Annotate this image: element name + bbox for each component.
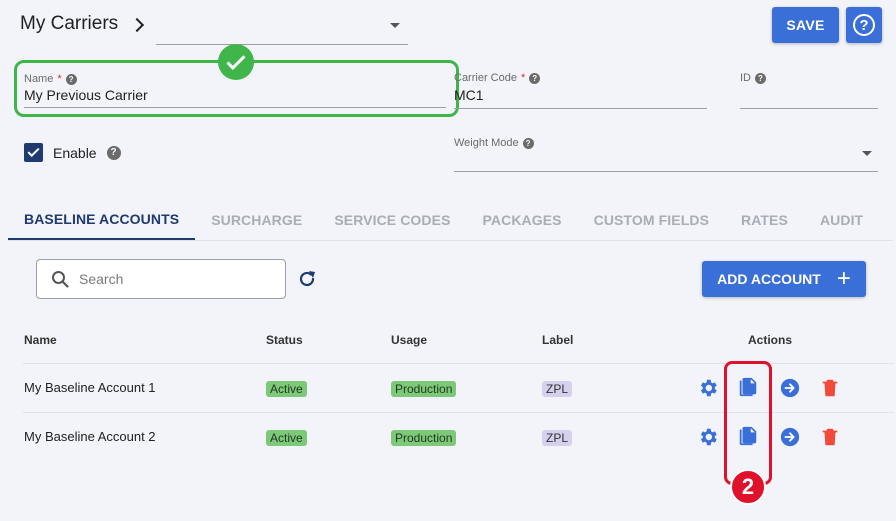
status-badge: Active [266, 381, 307, 397]
step-badge: 2 [730, 469, 766, 505]
tab-audit[interactable]: AUDIT [804, 200, 879, 240]
column-header-label: Label [542, 333, 574, 347]
row-1-name[interactable]: My Baseline Account 1 [24, 380, 156, 395]
save-button[interactable]: SAVE [772, 7, 839, 43]
label-badge: ZPL [542, 430, 573, 446]
name-field-label: Name [24, 73, 54, 85]
label-badge: ZPL [542, 381, 573, 397]
status-badge: Active [266, 430, 307, 446]
tab-surcharge[interactable]: SURCHARGE [195, 200, 318, 240]
weight-mode-select[interactable]: Weight Mode ? [454, 137, 878, 172]
field-underline [24, 107, 446, 108]
arrow-right-circle-icon[interactable] [779, 377, 801, 399]
help-circle-icon[interactable]: ? [529, 72, 541, 84]
add-account-label: ADD ACCOUNT [717, 271, 821, 287]
dropdown-caret-icon [862, 151, 872, 156]
carrier-code-label: Carrier Code [454, 72, 517, 84]
chevron-right-icon [130, 17, 145, 33]
tab-baseline-accounts[interactable]: BASELINE ACCOUNTS [8, 200, 196, 240]
help-circle-icon[interactable]: ? [65, 73, 77, 85]
arrow-right-circle-icon[interactable] [779, 426, 801, 448]
tab-bar: BASELINE ACCOUNTS SURCHARGE SERVICE CODE… [8, 200, 893, 241]
tab-custom-fields[interactable]: CUSTOM FIELDS [578, 200, 725, 240]
column-header-name: Name [24, 333, 57, 347]
required-mark: * [57, 73, 62, 85]
tab-packages[interactable]: PACKAGES [467, 200, 578, 240]
search-icon [52, 271, 69, 288]
usage-badge: Production [391, 430, 457, 446]
breadcrumb-label[interactable]: My Carriers [20, 13, 118, 35]
row-2-name[interactable]: My Baseline Account 2 [24, 429, 156, 444]
check-circle-icon [218, 44, 254, 80]
trash-icon[interactable] [819, 426, 841, 448]
gear-icon[interactable] [697, 426, 719, 448]
add-account-button[interactable]: ADD ACCOUNT + [702, 261, 866, 297]
column-header-status: Status [266, 333, 303, 347]
help-icon: ? [853, 14, 875, 36]
id-label: ID [740, 72, 751, 84]
enable-label: Enable [53, 144, 97, 161]
column-header-usage: Usage [391, 333, 428, 347]
help-circle-icon[interactable]: ? [106, 145, 121, 160]
name-input[interactable]: My Previous Carrier [24, 87, 148, 103]
help-button[interactable]: ? [846, 7, 882, 43]
carrier-select[interactable] [156, 16, 408, 45]
breadcrumb[interactable]: My Carriers [20, 13, 145, 35]
id-field[interactable]: ID ? [740, 72, 878, 109]
gear-icon[interactable] [697, 377, 719, 399]
tab-service-codes[interactable]: SERVICE CODES [318, 200, 466, 240]
refresh-icon[interactable] [296, 268, 318, 290]
search-input[interactable] [79, 271, 259, 287]
required-mark: * [520, 72, 526, 84]
weight-mode-label: Weight Mode [454, 137, 519, 149]
dropdown-caret-icon [390, 23, 400, 28]
highlight-box [724, 361, 772, 485]
trash-icon[interactable] [819, 377, 841, 399]
tab-rates[interactable]: RATES [725, 200, 804, 240]
carrier-code-field[interactable]: Carrier Code * ? MC1 [454, 72, 707, 109]
search-box[interactable] [36, 259, 286, 299]
enable-checkbox[interactable] [24, 143, 43, 162]
column-header-actions: Actions [748, 333, 793, 347]
help-circle-icon[interactable]: ? [755, 72, 766, 84]
usage-badge: Production [391, 381, 457, 397]
plus-icon: + [836, 265, 851, 292]
help-circle-icon[interactable]: ? [522, 137, 534, 149]
enable-toggle[interactable]: Enable ? [24, 143, 121, 162]
carrier-code-input[interactable]: MC1 [454, 87, 484, 103]
